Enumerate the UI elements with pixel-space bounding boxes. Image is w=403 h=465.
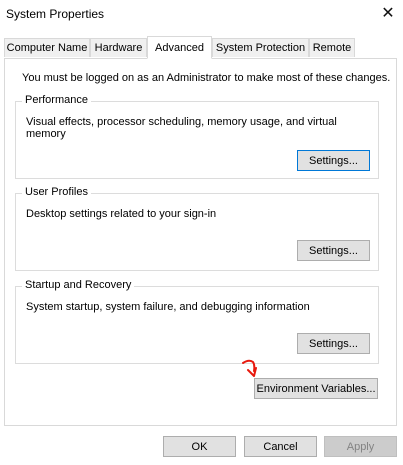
- startup-recovery-group: Startup and Recovery System startup, sys…: [15, 279, 379, 364]
- system-properties-window: System Properties ✕ Computer Name Hardwa…: [0, 0, 403, 465]
- startup-recovery-title: Startup and Recovery: [22, 279, 135, 291]
- environment-variables-button[interactable]: Environment Variables...: [254, 378, 378, 399]
- apply-button[interactable]: Apply: [324, 436, 397, 457]
- tab-remote[interactable]: Remote: [309, 38, 355, 57]
- user-profiles-settings-button[interactable]: Settings...: [297, 240, 370, 261]
- performance-description: Visual effects, processor scheduling, me…: [26, 116, 337, 140]
- user-profiles-description: Desktop settings related to your sign-in: [26, 208, 217, 220]
- startup-recovery-settings-button[interactable]: Settings...: [297, 333, 370, 354]
- tab-system-protection[interactable]: System Protection: [212, 38, 309, 57]
- red-arrow-icon: [242, 359, 257, 377]
- tab-hardware[interactable]: Hardware: [90, 38, 147, 57]
- title-bar: System Properties ✕: [0, 0, 403, 30]
- user-profiles-group: User Profiles Desktop settings related t…: [15, 186, 379, 271]
- performance-settings-button[interactable]: Settings...: [297, 150, 370, 171]
- advanced-panel: You must be logged on as an Administrato…: [4, 58, 397, 426]
- performance-group: Performance Visual effects, processor sc…: [15, 94, 379, 179]
- performance-title: Performance: [22, 94, 91, 106]
- ok-button[interactable]: OK: [163, 436, 236, 457]
- cancel-button[interactable]: Cancel: [244, 436, 317, 457]
- user-profiles-title: User Profiles: [22, 186, 91, 198]
- close-icon: ✕: [381, 5, 395, 22]
- startup-recovery-description: System startup, system failure, and debu…: [26, 301, 310, 313]
- admin-notice: You must be logged on as an Administrato…: [22, 72, 391, 84]
- close-button[interactable]: ✕: [377, 1, 399, 25]
- tab-advanced[interactable]: Advanced: [147, 36, 212, 59]
- tab-computer-name[interactable]: Computer Name: [4, 38, 90, 57]
- window-title: System Properties: [6, 7, 105, 21]
